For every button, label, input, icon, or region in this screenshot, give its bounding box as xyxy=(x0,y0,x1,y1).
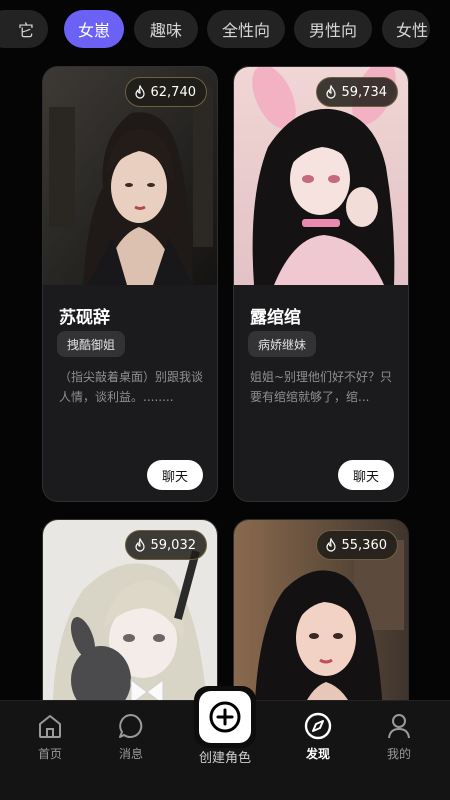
tab-male-oriented[interactable]: 男性向 xyxy=(294,10,372,48)
character-tag: 拽酷御姐 xyxy=(57,331,126,357)
flame-icon xyxy=(134,85,145,99)
tab-it[interactable]: 它 xyxy=(0,10,48,48)
character-card[interactable]: 59,032 xyxy=(42,519,218,719)
character-card[interactable]: 55,360 xyxy=(233,519,409,719)
nav-home[interactable]: 首页 xyxy=(20,711,80,762)
compass-icon xyxy=(304,712,332,740)
create-character-button[interactable] xyxy=(194,686,256,748)
character-description: 姐姐~别理他们好不好？只要有绾绾就够了，绾... xyxy=(250,370,393,404)
chat-button[interactable]: 聊天 xyxy=(338,460,394,490)
create-character-label: 创建角色 xyxy=(198,751,251,766)
character-description: （指尖敲着桌面）别跟我谈人情，谈利益。........ xyxy=(59,370,204,404)
tab-all-orientation[interactable]: 全性向 xyxy=(207,10,285,48)
popularity-badge: 62,740 xyxy=(124,77,207,107)
plus-circle-icon xyxy=(209,701,241,733)
user-icon xyxy=(388,714,410,739)
character-tag: 病娇继妹 xyxy=(248,331,317,357)
character-name: 苏砚辞 xyxy=(59,308,110,328)
popularity-badge: 59,734 xyxy=(315,77,398,107)
character-card[interactable]: 62,740 苏砚辞 拽酷御姐 （指尖敲着桌面）别跟我谈人情，谈利益。.....… xyxy=(42,66,218,502)
flame-icon xyxy=(325,538,336,552)
flame-icon xyxy=(325,85,336,99)
chat-bubble-icon xyxy=(119,714,143,738)
tab-fun[interactable]: 趣味 xyxy=(134,10,198,48)
tab-girls[interactable]: 女崽 xyxy=(64,10,124,48)
nav-mine[interactable]: 我的 xyxy=(369,711,429,762)
category-tabs: 它 女崽 趣味 全性向 男性向 女性 xyxy=(0,8,450,50)
home-icon xyxy=(39,715,61,738)
popularity-badge: 55,360 xyxy=(315,530,398,560)
popularity-badge: 59,032 xyxy=(124,530,207,560)
chat-button[interactable]: 聊天 xyxy=(147,460,203,490)
flame-icon xyxy=(134,538,145,552)
nav-messages[interactable]: 消息 xyxy=(101,711,161,762)
nav-discover[interactable]: 发现 xyxy=(288,711,348,762)
tab-female-oriented[interactable]: 女性 xyxy=(382,10,430,48)
character-name: 露绾绾 xyxy=(250,308,301,328)
character-card[interactable]: 59,734 露绾绾 病娇继妹 姐姐~别理他们好不好？只要有绾绾就够了，绾...… xyxy=(233,66,409,502)
